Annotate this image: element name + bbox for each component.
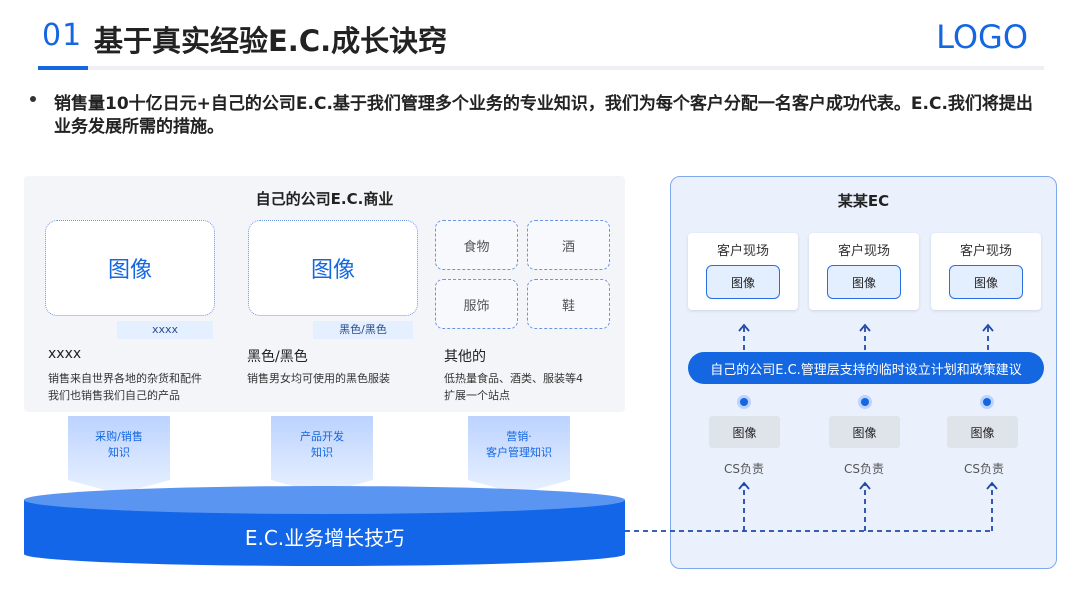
logo: LOGO [936,18,1028,56]
customer-site-image: 图像 [706,265,780,299]
customer-site-card-2: 客户现场 图像 [809,233,919,310]
category-title-3: 其他的 [444,349,486,365]
subcategory-apparel: 服饰 [435,279,518,329]
intro-text: 销售量10十亿日元+自己的公司E.C.基于我们管理多个业务的专业知识，我们为每个… [54,94,1033,137]
category-title-2: 黑色/黑色 [247,349,308,365]
subcategory-alcohol: 酒 [527,220,610,270]
connector-dot [983,398,991,406]
client-panel-title: 某某EC [837,192,890,210]
growth-base-top [24,486,625,514]
cs-label-1: CS负责 [724,462,764,476]
image-placeholder-label: 图像 [310,258,355,283]
cs-label-3: CS负责 [964,462,1004,476]
category-title-1: xxxx [48,346,82,362]
knowledge-label: 采购/销售 [95,430,143,443]
customer-site-card-3: 客户现场 图像 [931,233,1041,310]
category-desc-1: 销售来自世界各地的杂货和配件 我们也销售我们自己的产品 [48,370,238,404]
cs-image-3: 图像 [947,416,1018,448]
knowledge-label: 营销· [506,430,532,443]
category-desc-line: 我们也销售我们自己的产品 [48,389,180,402]
image-placeholder-label: 图像 [107,258,152,283]
customer-site-image: 图像 [827,265,901,299]
business-panel-title: 自己的公司E.C.商业 [255,190,394,208]
bullet-icon [30,96,36,102]
growth-base-label: E.C.业务增长技巧 [244,526,405,550]
knowledge-marketing: 营销· 客户管理知识 [468,416,570,494]
cs-label-2: CS负责 [844,462,884,476]
knowledge-label: 知识 [108,446,130,459]
category-tag-2: 黑色/黑色 [313,321,413,339]
category-desc-line: 扩展一个站点 [444,389,510,402]
knowledge-purchasing: 采购/销售 知识 [68,416,170,494]
customer-site-label: 客户现场 [716,244,769,259]
category-desc-line: 销售男女均可使用的黑色服装 [247,372,390,385]
customer-site-label: 客户现场 [959,244,1012,259]
knowledge-label: 产品开发 [300,430,344,443]
header-divider [38,66,1044,70]
connector-dot [861,398,869,406]
category-desc-line: 销售来自世界各地的杂货和配件 [48,372,202,385]
section-number: 01 [42,18,83,53]
cs-image-1: 图像 [709,416,780,448]
knowledge-label: 知识 [311,446,333,459]
customer-site-label: 客户现场 [837,244,890,259]
header-divider-accent [38,66,88,70]
category-desc-3: 低热量食品、酒类、服装等4 扩展一个站点 [444,370,619,404]
subcategory-food: 食物 [435,220,518,270]
connector-dot [740,398,748,406]
category-desc-2: 销售男女均可使用的黑色服装 [247,370,437,387]
support-banner: 自己的公司E.C.管理层支持的临时设立计划和政策建议 [688,352,1044,384]
category-image-1: 图像 [45,220,215,316]
cs-image-2: 图像 [829,416,900,448]
customer-site-card-1: 客户现场 图像 [688,233,798,310]
category-image-2: 图像 [248,220,418,316]
customer-site-image: 图像 [949,265,1023,299]
subcategory-shoes: 鞋 [527,279,610,329]
knowledge-label: 客户管理知识 [486,446,552,459]
category-tag-1: xxxx [117,321,213,339]
knowledge-product-dev: 产品开发 知识 [271,416,373,494]
category-desc-line: 低热量食品、酒类、服装等4 [444,372,583,385]
page-title: 基于真实经验E.C.成长诀窍 [94,24,448,58]
